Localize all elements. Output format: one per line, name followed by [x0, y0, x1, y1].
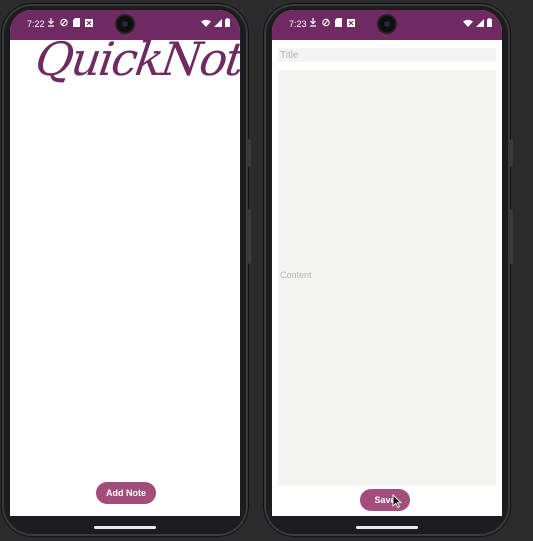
power-button [510, 209, 513, 264]
mouse-cursor-icon [392, 494, 402, 508]
left-screen: 7:22 QuickNote Add Note [10, 10, 240, 516]
power-button [248, 209, 251, 264]
status-icons-left [47, 18, 93, 27]
battery-icon [225, 18, 230, 27]
close-box-icon [85, 18, 93, 27]
status-icons-right [201, 18, 230, 27]
sd-card-icon [335, 18, 342, 27]
left-phone: 7:22 QuickNote Add Note [2, 4, 251, 536]
signal-icon [476, 18, 484, 27]
sd-card-icon [73, 18, 80, 27]
right-screen: 7:23 Title Content Save [272, 10, 502, 516]
status-icons-right [463, 18, 492, 27]
note-editor: Title Content Save [272, 40, 502, 516]
download-icon [309, 18, 317, 27]
add-note-button[interactable]: Add Note [96, 482, 156, 504]
home-indicator[interactable] [94, 526, 156, 529]
shield-icon [322, 18, 330, 27]
content-input[interactable]: Content [278, 70, 496, 486]
close-box-icon [347, 18, 355, 27]
status-bar: 7:23 [272, 10, 502, 40]
battery-icon [487, 18, 492, 27]
wifi-icon [463, 19, 473, 27]
shield-icon [60, 18, 68, 27]
wifi-icon [201, 19, 211, 27]
title-input[interactable]: Title [278, 48, 496, 62]
status-time: 7:23 [289, 19, 307, 29]
status-icons-left [309, 18, 355, 27]
save-button[interactable]: Save [360, 489, 410, 511]
volume-button [510, 139, 513, 167]
download-icon [47, 18, 55, 27]
volume-button [248, 139, 251, 167]
status-time: 7:22 [27, 19, 45, 29]
right-phone: 7:23 Title Content Save [264, 4, 513, 536]
front-camera [117, 16, 133, 32]
content-placeholder: Content [280, 270, 312, 280]
home-indicator[interactable] [356, 526, 418, 529]
app-logo: QuickNote [32, 32, 240, 86]
front-camera [379, 16, 395, 32]
signal-icon [214, 18, 222, 27]
